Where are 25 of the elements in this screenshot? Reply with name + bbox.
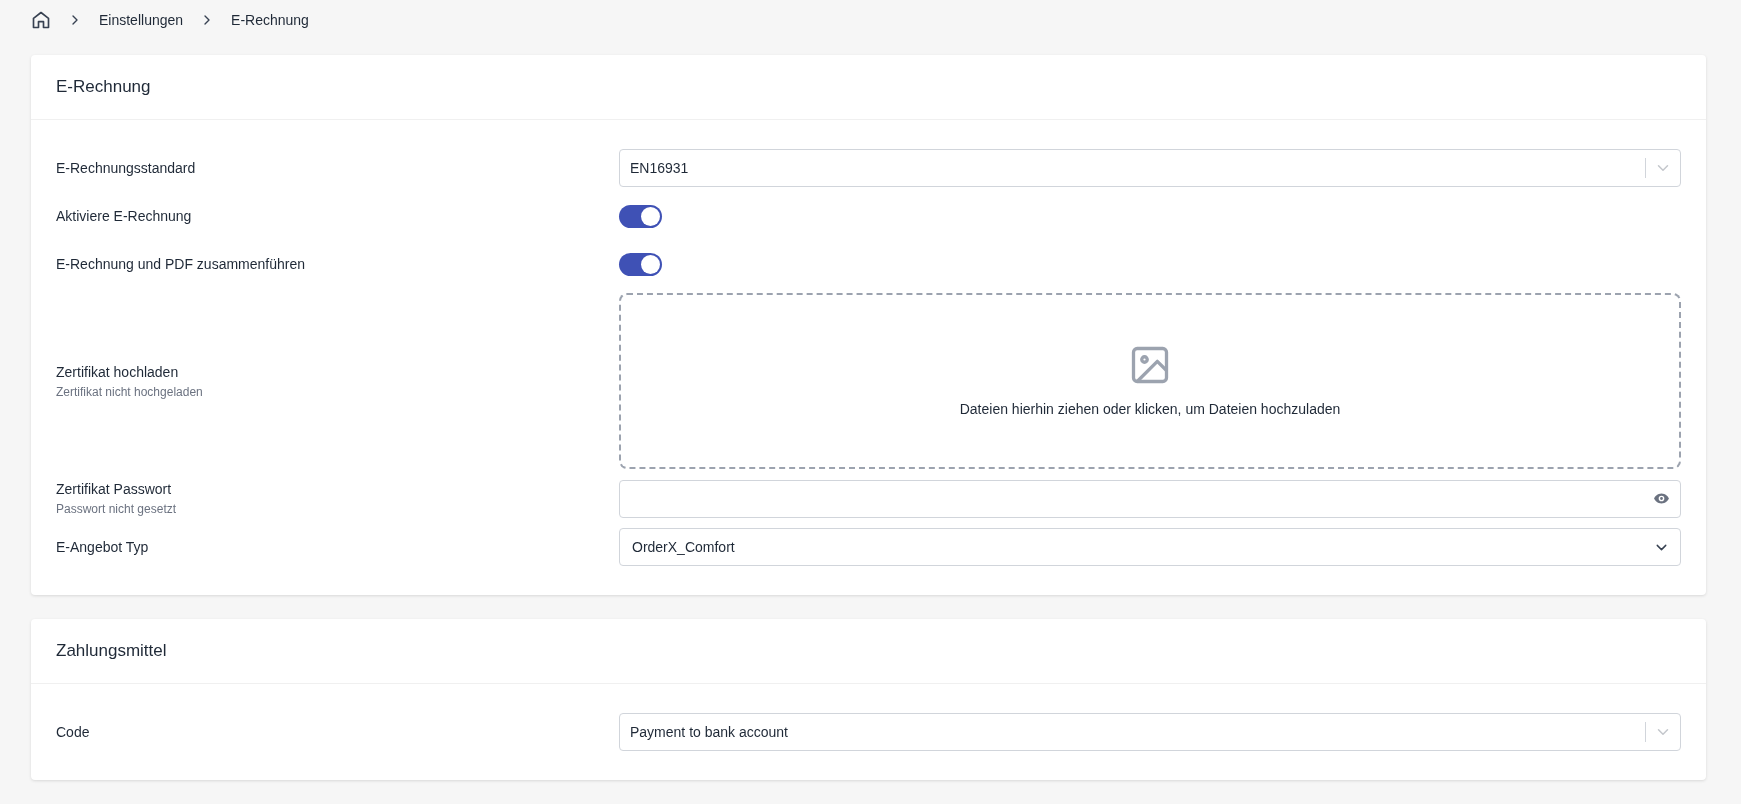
card-title: E-Rechnung: [56, 76, 151, 99]
password-field[interactable]: [619, 479, 1681, 518]
select-value: Payment to bank account: [630, 722, 789, 742]
dropzone-text: Dateien hierhin ziehen oder klicken, um Dateien hochzuladen: [959, 399, 1341, 419]
breadcrumb-link[interactable]: Einstellungen: [99, 9, 184, 31]
field-label: E-Angebot Typ: [56, 537, 150, 557]
select-value: OrderX_Comfort: [632, 537, 736, 557]
field-label: Zertifikat hochladen: [56, 362, 180, 382]
select-field[interactable]: Payment to bank account: [619, 713, 1681, 751]
card-title: Zahlungsmittel: [56, 640, 167, 663]
file-dropzone[interactable]: Dateien hierhin ziehen oder klicken, um Dateien hochzuladen: [619, 293, 1681, 469]
field-label: Code: [56, 722, 91, 742]
breadcrumb-link[interactable]: E-Rechnung: [231, 9, 309, 31]
field-label: E-Rechnungsstandard: [56, 158, 197, 178]
home-icon[interactable]: [31, 10, 51, 30]
toggle-switch[interactable]: [619, 204, 662, 228]
field-hint: Passwort nicht gesetzt: [56, 501, 178, 518]
field-label: E-Rechnung und PDF zusammenführen: [56, 254, 307, 274]
field-label: Aktiviere E-Rechnung: [56, 206, 193, 226]
toggle-switch[interactable]: [619, 252, 662, 276]
field-hint: Zertifikat nicht hochgeladen: [56, 383, 204, 401]
select-field[interactable]: OrderX_Comfort: [619, 528, 1681, 566]
field-label: Zertifikat Passwort: [56, 480, 173, 499]
select-field[interactable]: EN16931: [619, 149, 1681, 187]
select-value: EN16931: [630, 158, 690, 178]
